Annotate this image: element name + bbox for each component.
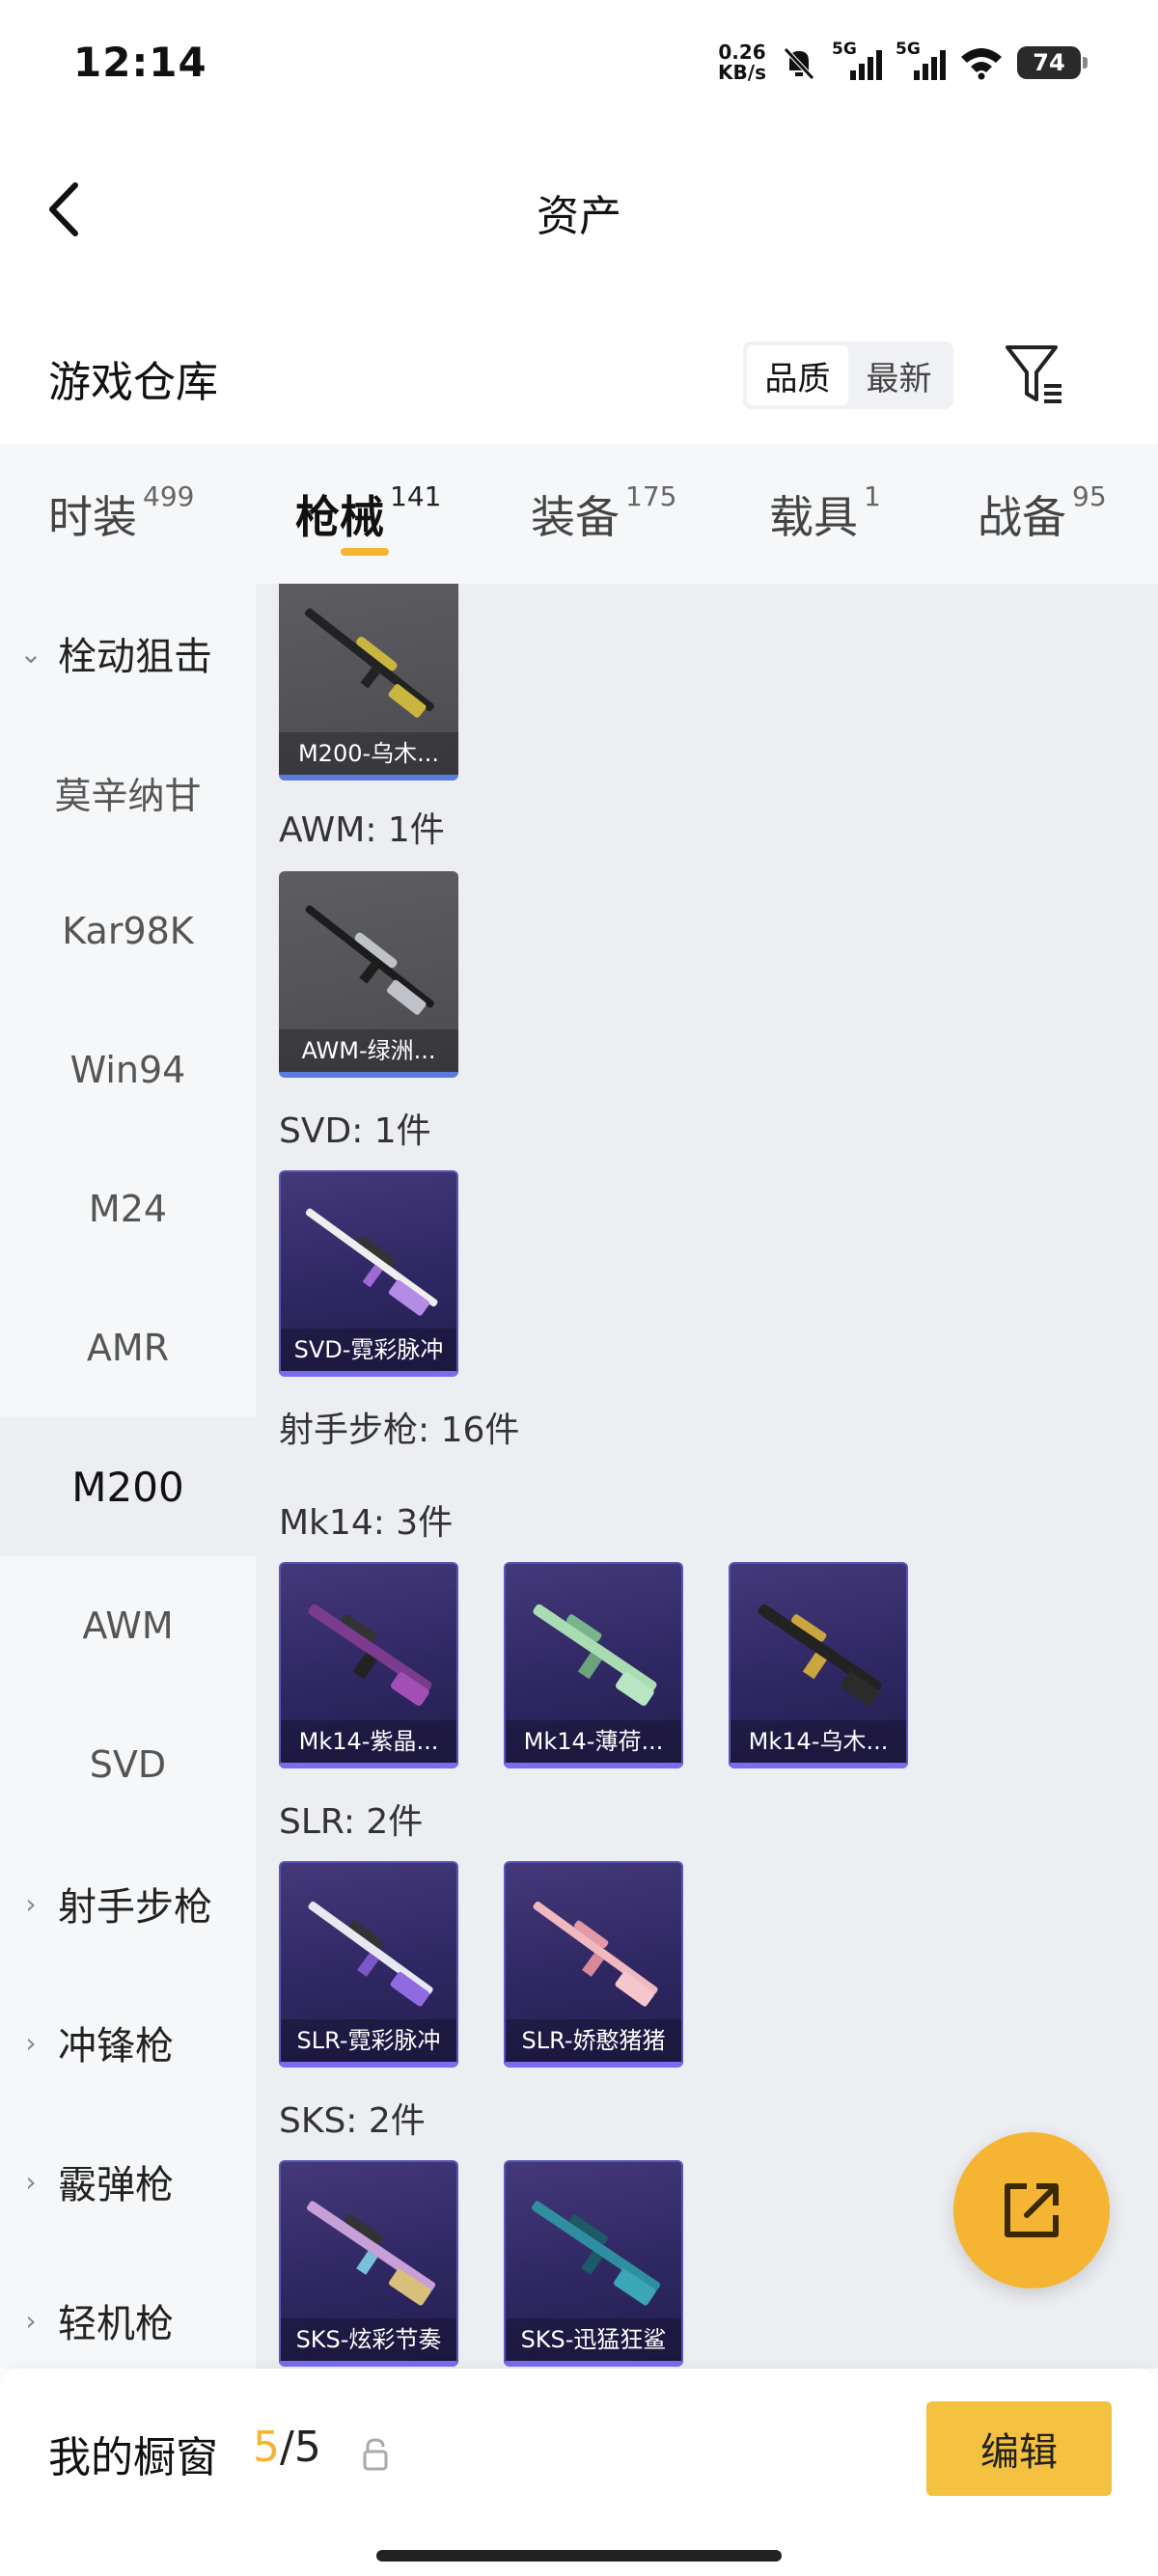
item-card-sks-2[interactable]: SKS-迅猛狂鲨 — [504, 2160, 683, 2367]
showcase-count: 5/5 — [253, 2423, 321, 2472]
share-button[interactable] — [953, 2132, 1110, 2288]
chevron-right-icon: › — [25, 1887, 37, 1920]
sort-latest-button[interactable]: 最新 — [848, 345, 950, 405]
chevron-down-icon: ⌄ — [19, 637, 42, 670]
item-card-mk14-1[interactable]: Mk14-紫晶... — [279, 1562, 458, 1768]
item-card-awm[interactable]: AWM-绿洲... — [279, 871, 458, 1078]
sniper-rifle-icon — [305, 1208, 438, 1316]
sidebar-item-amr[interactable]: AMR — [0, 1278, 256, 1417]
tab-vehicles[interactable]: 载具 1 — [769, 480, 881, 546]
item-card-sks-1[interactable]: SKS-炫彩节奏 — [279, 2160, 458, 2367]
sidebar-group-lmg[interactable]: › 轻机枪 — [0, 2251, 256, 2369]
status-icons: 0.26 KB/s 5G 5G 74 — [718, 39, 1088, 87]
network-speed: 0.26 KB/s — [718, 41, 766, 84]
share-icon — [1005, 2183, 1059, 2237]
weapon-list: M200-乌木... AWM: 1件 AWM-绿洲... SVD: 1件 SVD… — [256, 584, 1158, 2369]
sort-toggle: 品质 最新 — [743, 342, 953, 409]
rifle-icon — [308, 1603, 432, 1706]
rifle-icon — [306, 2201, 436, 2306]
signal-icon-sim2: 5G — [896, 40, 946, 82]
chevron-right-icon: › — [25, 2304, 37, 2337]
sort-quality-button[interactable]: 品质 — [747, 345, 848, 405]
tab-supplies[interactable]: 战备 95 — [978, 480, 1107, 546]
group-label-mk14: Mk14: 3件 — [279, 1503, 454, 1543]
filter-button[interactable] — [1004, 340, 1065, 409]
sidebar-group-smg[interactable]: › 冲锋枪 — [0, 1973, 256, 2112]
section-title: 游戏仓库 — [48, 358, 218, 407]
page-title: 资产 — [537, 192, 621, 241]
rifle-icon — [533, 1901, 658, 2007]
signal-icon-sim1: 5G — [832, 40, 882, 82]
chevron-right-icon: › — [25, 2165, 37, 2198]
filter-icon — [1006, 345, 1062, 403]
item-card-slr-2[interactable]: SLR-娇憨猪猪 — [504, 1861, 683, 2068]
status-bar: 12:14 0.26 KB/s 5G 5G 74 — [0, 0, 1158, 125]
home-indicator[interactable] — [376, 2550, 782, 2562]
group-label-awm: AWM: 1件 — [279, 810, 445, 850]
group-label-svd: SVD: 1件 — [279, 1111, 431, 1151]
group-label-slr: SLR: 2件 — [279, 1802, 424, 1842]
edit-button[interactable]: 编辑 — [926, 2401, 1112, 2496]
sniper-rifle-icon — [305, 905, 434, 1015]
sidebar-item-mosin[interactable]: 莫辛纳甘 — [0, 723, 256, 862]
item-card-mk14-3[interactable]: Mk14-乌木... — [729, 1562, 908, 1768]
weapon-category-sidebar: ⌄ 栓动狙击 莫辛纳甘 Kar98K Win94 M24 AMR M200 AWM… — [0, 584, 256, 2369]
rifle-icon — [758, 1603, 882, 1706]
warehouse-header: 游戏仓库 品质 最新 — [0, 328, 1158, 425]
item-card-m200[interactable]: M200-乌木... — [279, 584, 458, 781]
status-time: 12:14 — [73, 39, 207, 86]
sidebar-group-bolt-action[interactable]: ⌄ 栓动狙击 — [0, 584, 256, 723]
sidebar-item-awm[interactable]: AWM — [0, 1556, 256, 1695]
item-card-mk14-2[interactable]: Mk14-薄荷... — [504, 1562, 683, 1768]
sidebar-item-m200[interactable]: M200 — [0, 1417, 256, 1556]
sidebar-item-kar98k[interactable]: Kar98K — [0, 862, 256, 1000]
group-label-marksman: 射手步枪: 16件 — [279, 1411, 520, 1450]
tab-equipment[interactable]: 装备 175 — [531, 480, 676, 546]
item-card-svd[interactable]: SVD-霓彩脉冲 — [279, 1170, 458, 1377]
active-tab-indicator — [341, 548, 389, 556]
sidebar-item-svd[interactable]: SVD — [0, 1695, 256, 1834]
sidebar-group-shotgun[interactable]: › 霰弹枪 — [0, 2112, 256, 2251]
mute-icon — [780, 43, 818, 82]
battery-icon: 74 — [1017, 46, 1088, 79]
tab-fashion[interactable]: 时装 499 — [48, 480, 194, 546]
chevron-right-icon: › — [25, 2026, 37, 2059]
sidebar-item-m24[interactable]: M24 — [0, 1139, 256, 1278]
rifle-icon — [531, 2201, 661, 2306]
sidebar-group-marksman[interactable]: › 射手步枪 — [0, 1834, 256, 1973]
category-tabs: 时装 499 枪械 141 装备 175 载具 1 战备 95 — [0, 444, 1158, 584]
sidebar-item-win94[interactable]: Win94 — [0, 1000, 256, 1139]
wifi-icon — [959, 45, 1004, 80]
showcase-label: 我的橱窗 — [48, 2433, 218, 2482]
tab-firearms[interactable]: 枪械 141 — [295, 480, 441, 546]
group-label-sks: SKS: 2件 — [279, 2101, 426, 2141]
nav-bar: 资产 — [0, 154, 1158, 260]
sniper-rifle-icon — [304, 608, 434, 718]
lock-icon — [363, 2438, 388, 2471]
showcase-bar: 我的橱窗 5/5 编辑 — [0, 2369, 1158, 2576]
item-card-slr-1[interactable]: SLR-霓彩脉冲 — [279, 1861, 458, 2068]
rifle-icon — [533, 1603, 657, 1706]
rifle-icon — [308, 1901, 433, 2007]
